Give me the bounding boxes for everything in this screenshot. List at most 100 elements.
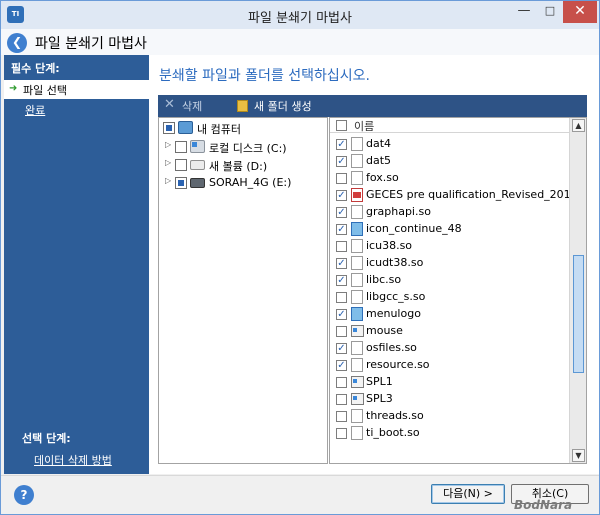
file-row[interactable]: icu38.so xyxy=(330,238,568,255)
file-name: graphapi.so xyxy=(366,205,431,218)
data-deletion-method-link[interactable]: 데이터 삭제 방법 xyxy=(34,452,112,468)
file-toolbar: ✕ 삭제 새 폴더 생성 xyxy=(158,95,587,117)
instruction-text: 분쇄할 파일과 폴더를 선택하십시오. xyxy=(159,68,370,84)
file-name: icudt38.so xyxy=(366,256,424,269)
file-name: GECES pre qualification_Revised_20130709 xyxy=(366,188,587,201)
tree-checkbox[interactable] xyxy=(175,177,187,189)
wizard-steps-sidebar: 필수 단계: ➜ 파일 선택 완료 선택 단계: 데이터 삭제 방법 xyxy=(4,55,149,474)
current-step-arrow-icon: ➜ xyxy=(9,83,18,94)
file-name: resource.so xyxy=(366,358,430,371)
back-arrow-icon[interactable]: ❮ xyxy=(7,33,27,53)
file-checkbox[interactable] xyxy=(336,292,347,303)
file-row[interactable]: ✓ icudt38.so xyxy=(330,255,568,272)
step-select-files[interactable]: ➜ 파일 선택 xyxy=(4,80,149,99)
file-checkbox[interactable] xyxy=(336,173,347,184)
file-icon xyxy=(351,409,363,423)
file-checkbox[interactable]: ✓ xyxy=(336,360,347,371)
scroll-down-arrow-icon[interactable]: ▼ xyxy=(572,449,585,462)
minimize-button[interactable]: — xyxy=(511,1,537,23)
file-checkbox[interactable]: ✓ xyxy=(336,309,347,320)
expand-arrow-icon[interactable]: ▷ xyxy=(165,176,173,185)
file-row[interactable]: ti_boot.so xyxy=(330,425,568,442)
file-checkbox[interactable]: ✓ xyxy=(336,190,347,201)
tree-checkbox[interactable] xyxy=(163,122,175,134)
file-name: fox.so xyxy=(366,171,399,184)
file-row[interactable]: ✓ menulogo xyxy=(330,306,568,323)
tree-item-local-disk-c[interactable]: ▷ 로컬 디스크 (C:) xyxy=(159,138,327,156)
file-row[interactable]: SPL3 xyxy=(330,391,568,408)
main-content: 분쇄할 파일과 폴더를 선택하십시오. ✕ 삭제 새 폴더 생성 내 컴퓨터 ▷… xyxy=(149,55,599,474)
file-row[interactable]: ✓ icon_continue_48 xyxy=(330,221,568,238)
close-button[interactable]: ✕ xyxy=(563,1,597,23)
maximize-button[interactable]: □ xyxy=(537,1,563,23)
file-checkbox[interactable]: ✓ xyxy=(336,207,347,218)
optional-steps-heading: 선택 단계: xyxy=(22,432,71,445)
file-name: icu38.so xyxy=(366,239,413,252)
image-icon xyxy=(351,222,363,236)
drive-icon xyxy=(190,160,205,170)
next-button[interactable]: 다음(N) > xyxy=(431,484,505,504)
file-icon xyxy=(351,341,363,355)
file-checkbox[interactable]: ✓ xyxy=(336,275,347,286)
expand-arrow-icon[interactable]: ▷ xyxy=(165,158,173,167)
scroll-thumb[interactable] xyxy=(573,255,584,373)
tree-item-sorah-e[interactable]: ▷ SORAH_4G (E:) xyxy=(159,174,327,192)
file-icon xyxy=(351,137,363,151)
watermark-logo: BodNara xyxy=(514,498,573,512)
list-scrollbar[interactable]: ▲ ▼ xyxy=(569,118,586,463)
scroll-up-arrow-icon[interactable]: ▲ xyxy=(572,119,585,132)
file-row[interactable]: ✓ dat4 xyxy=(330,136,568,153)
step-select-files-label: 파일 선택 xyxy=(23,84,67,97)
file-checkbox[interactable]: ✓ xyxy=(336,224,347,235)
file-icon xyxy=(351,426,363,440)
name-column-header[interactable]: 이름 xyxy=(354,118,374,134)
wizard-footer: ? 다음(N) > 취소(C) xyxy=(1,475,599,514)
app-icon xyxy=(351,376,364,388)
expand-arrow-icon[interactable]: ▷ xyxy=(165,140,173,149)
delete-icon: ✕ xyxy=(164,97,175,112)
file-checkbox[interactable] xyxy=(336,428,347,439)
tree-item-my-computer[interactable]: 내 컴퓨터 xyxy=(159,119,327,137)
file-row[interactable]: SPL1 xyxy=(330,374,568,391)
file-checkbox[interactable] xyxy=(336,377,347,388)
file-checkbox[interactable]: ✓ xyxy=(336,343,347,354)
file-checkbox[interactable] xyxy=(336,394,347,405)
file-row[interactable]: ✓ graphapi.so xyxy=(330,204,568,221)
tree-item-label: 새 볼륨 (D:) xyxy=(209,160,268,173)
file-row[interactable]: libgcc_s.so xyxy=(330,289,568,306)
file-checkbox[interactable] xyxy=(336,411,347,422)
file-row[interactable]: ✓ dat5 xyxy=(330,153,568,170)
help-icon[interactable]: ? xyxy=(14,485,34,505)
file-icon xyxy=(351,256,363,270)
file-row[interactable]: fox.so xyxy=(330,170,568,187)
file-checkbox[interactable]: ✓ xyxy=(336,139,347,150)
tree-checkbox[interactable] xyxy=(175,159,187,171)
file-icon xyxy=(351,239,363,253)
file-name: menulogo xyxy=(366,307,421,320)
file-row[interactable]: ✓ GECES pre qualification_Revised_2013070… xyxy=(330,187,586,204)
file-row[interactable]: ✓ resource.so xyxy=(330,357,568,374)
delete-button[interactable]: 삭제 xyxy=(182,98,202,114)
file-checkbox[interactable] xyxy=(336,326,347,337)
file-checkbox[interactable]: ✓ xyxy=(336,258,347,269)
file-checkbox[interactable] xyxy=(336,241,347,252)
local-disk-icon xyxy=(190,140,205,153)
file-icon xyxy=(351,171,363,185)
select-all-checkbox[interactable] xyxy=(336,120,347,131)
tree-item-new-volume-d[interactable]: ▷ 새 볼륨 (D:) xyxy=(159,156,327,174)
file-row[interactable]: mouse xyxy=(330,323,568,340)
tree-checkbox[interactable] xyxy=(175,141,187,153)
file-icon xyxy=(351,290,363,304)
list-header[interactable]: 이름 xyxy=(330,118,570,133)
title-bar[interactable]: TI 파일 분쇄기 마법사 — □ ✕ xyxy=(1,1,599,29)
file-row[interactable]: threads.so xyxy=(330,408,568,425)
file-row[interactable]: ✓ libc.so xyxy=(330,272,568,289)
new-folder-button[interactable]: 새 폴더 생성 xyxy=(254,98,312,114)
file-list: 이름 ✓ dat4 ✓ dat5 fox.so ✓ GECES pre qualificat… xyxy=(329,117,587,464)
wizard-title: 파일 분쇄기 마법사 xyxy=(35,36,147,52)
usb-drive-icon xyxy=(190,178,205,188)
step-finish[interactable]: 완료 xyxy=(25,102,45,118)
file-name: SPL1 xyxy=(366,375,393,388)
file-row[interactable]: ✓ osfiles.so xyxy=(330,340,568,357)
file-checkbox[interactable]: ✓ xyxy=(336,156,347,167)
